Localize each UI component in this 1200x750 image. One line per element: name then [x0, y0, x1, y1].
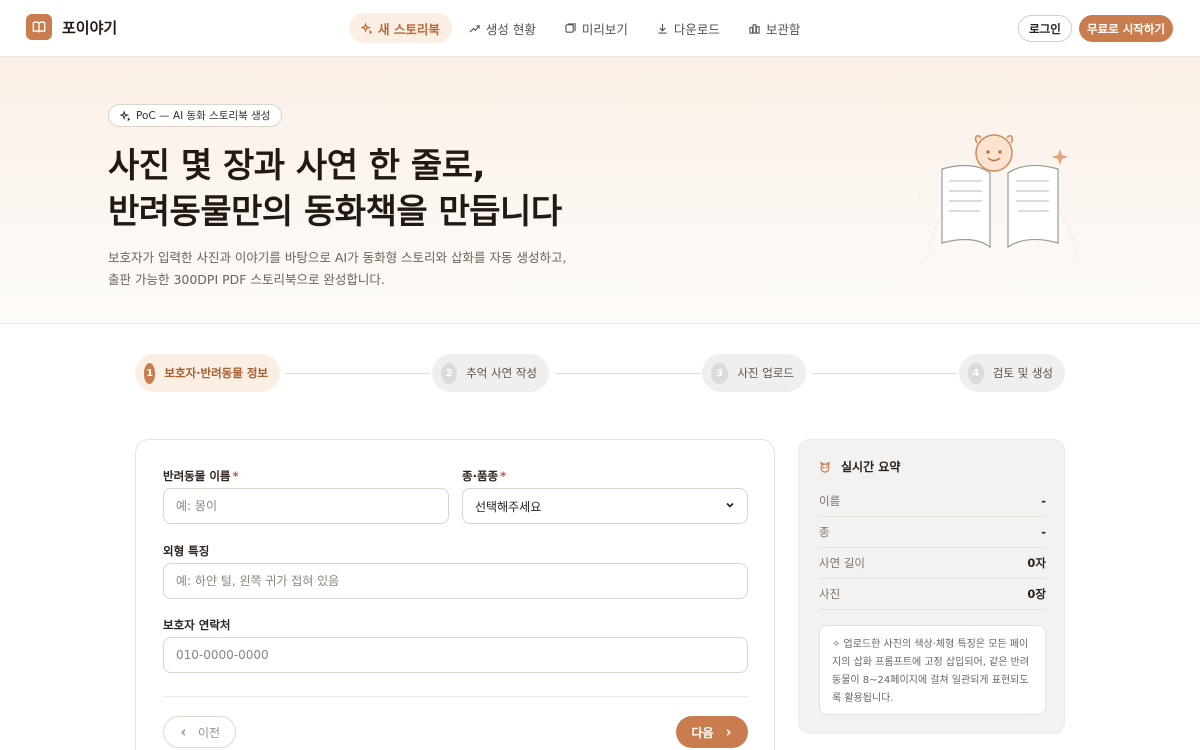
main-menu: 새 스토리북 생성 현황 미리보기 다운로드 보관함 — [349, 13, 817, 43]
summary-key: 사진 — [819, 587, 841, 601]
pet-name-label-text: 반려동물 이름 — [163, 469, 231, 483]
preview-icon — [565, 22, 576, 34]
hero-title-line1: 사진 몇 장과 사연 한 줄로, — [108, 146, 485, 186]
hero-badge-text: PoC — AI 동화 스토리북 생성 — [136, 110, 271, 122]
nav-item-label: 생성 현황 — [485, 21, 536, 37]
required-mark: * — [232, 469, 239, 483]
step-connector — [285, 373, 430, 374]
required-mark: * — [500, 469, 507, 483]
summary-value: 0장 — [1027, 587, 1046, 601]
hero-badge: PoC — AI 동화 스토리북 생성 — [108, 104, 283, 127]
sparkle-icon — [361, 22, 372, 34]
step-label: 사진 업로드 — [737, 366, 794, 380]
step-4-review-generate[interactable]: 4 검토 및 생성 — [959, 354, 1065, 392]
hero-title-line2: 반려동물만의 동화책을 만듭니다 — [108, 192, 562, 232]
hero-desc-line2: 출판 가능한 300DPI PDF 스토리북으로 완성합니다. — [108, 272, 385, 287]
species-label: 종·품종 * — [462, 468, 506, 484]
step-number: 1 — [144, 362, 156, 384]
storybook-illustration — [903, 129, 1088, 300]
summary-key: 사연 길이 — [819, 556, 865, 570]
nav-item-label: 새 스토리북 — [378, 21, 440, 37]
form-divider — [163, 696, 748, 697]
chevron-right-icon — [724, 728, 733, 737]
live-summary-panel: 실시간 요약 이름 - 종 - 사연 길이 0자 사진 0장 ✧ 업로드한 사진… — [798, 439, 1065, 734]
brand-name: 포이야기 — [62, 18, 118, 37]
species-selected-value: 선택해주세요 — [475, 499, 542, 514]
pet-name-label: 반려동물 이름 * — [163, 468, 239, 484]
hero-desc-line1: 보호자가 입력한 사진과 이야기를 바탕으로 AI가 동화형 스토리와 삽화를 … — [108, 250, 567, 265]
summary-row-photos: 사진 0장 — [819, 579, 1046, 610]
next-button-label: 다음 — [691, 725, 714, 740]
top-navbar: 포이야기 새 스토리북 생성 현황 미리보기 다운로드 보관함 로그인 무료로 … — [0, 0, 1200, 57]
step-connector — [812, 373, 957, 374]
step-label: 검토 및 생성 — [992, 366, 1053, 380]
step-label: 추억 사연 작성 — [466, 366, 537, 380]
step-2-memory-story[interactable]: 2 추억 사연 작성 — [432, 354, 549, 392]
nav-item-preview[interactable]: 미리보기 — [553, 13, 640, 43]
pet-info-form: 반려동물 이름* 종·품종* 선택해주세요 외형 특징 보호자 연락처 이전 다… — [135, 439, 775, 750]
sparkle-icon — [120, 110, 130, 121]
nav-item-label: 미리보기 — [581, 21, 628, 37]
summary-row-species: 종 - — [819, 517, 1046, 548]
pet-face-icon — [819, 460, 831, 473]
contact-label: 보호자 연락처 — [163, 618, 231, 632]
summary-key: 이름 — [819, 494, 841, 508]
prev-button[interactable]: 이전 — [163, 716, 236, 748]
step-connector — [555, 373, 701, 374]
archive-icon — [749, 23, 760, 34]
nav-item-archive[interactable]: 보관함 — [737, 13, 813, 43]
nav-item-label: 다운로드 — [673, 21, 720, 37]
summary-info-note: ✧ 업로드한 사진의 색상·체형 특징은 모든 페이지의 삽화 프롬프트에 고정… — [819, 625, 1046, 715]
nav-item-status[interactable]: 생성 현황 — [457, 13, 548, 43]
chevron-down-icon — [725, 499, 735, 513]
summary-key: 종 — [819, 525, 830, 539]
species-label-text: 종·품종 — [462, 469, 499, 483]
trend-icon — [469, 23, 480, 34]
step-number: 2 — [441, 362, 458, 384]
brand[interactable]: 포이야기 — [26, 14, 117, 40]
hero-title: 사진 몇 장과 사연 한 줄로, 반려동물만의 동화책을 만듭니다 — [108, 143, 748, 235]
pet-name-input[interactable] — [163, 488, 449, 524]
login-button[interactable]: 로그인 — [1018, 15, 1072, 42]
chevron-left-icon — [179, 728, 188, 737]
step-1-owner-pet-info[interactable]: 1 보호자·반려동물 정보 — [135, 354, 280, 392]
appearance-input[interactable] — [163, 563, 748, 599]
step-number: 3 — [711, 362, 729, 384]
progress-stepper: 1 보호자·반려동물 정보 2 추억 사연 작성 3 사진 업로드 4 검토 및… — [135, 354, 1065, 393]
nav-item-new-storybook[interactable]: 새 스토리북 — [349, 13, 452, 43]
summary-value: - — [1041, 525, 1046, 539]
species-select[interactable]: 선택해주세요 — [462, 488, 748, 524]
step-number: 4 — [968, 362, 984, 384]
contact-input[interactable] — [163, 637, 748, 673]
summary-row-name: 이름 - — [819, 486, 1046, 517]
book-logo-icon — [26, 14, 52, 40]
appearance-label: 외형 특징 — [163, 544, 210, 558]
nav-item-label: 보관함 — [765, 21, 801, 37]
summary-header: 실시간 요약 — [819, 458, 900, 475]
nav-item-download[interactable]: 다운로드 — [645, 13, 732, 43]
start-free-button[interactable]: 무료로 시작하기 — [1079, 15, 1173, 42]
prev-button-label: 이전 — [197, 725, 221, 740]
summary-value: - — [1041, 494, 1046, 508]
step-label: 보호자·반려동물 정보 — [164, 366, 268, 380]
next-button[interactable]: 다음 — [676, 716, 748, 748]
step-3-photo-upload[interactable]: 3 사진 업로드 — [702, 354, 806, 392]
summary-title: 실시간 요약 — [841, 460, 901, 474]
hero-section: PoC — AI 동화 스토리북 생성 사진 몇 장과 사연 한 줄로, 반려동… — [0, 57, 1200, 324]
hero-description: 보호자가 입력한 사진과 이야기를 바탕으로 AI가 동화형 스토리와 삽화를 … — [108, 247, 748, 291]
download-icon — [657, 23, 668, 34]
summary-row-story-length: 사연 길이 0자 — [819, 548, 1046, 579]
summary-value: 0자 — [1027, 556, 1046, 570]
